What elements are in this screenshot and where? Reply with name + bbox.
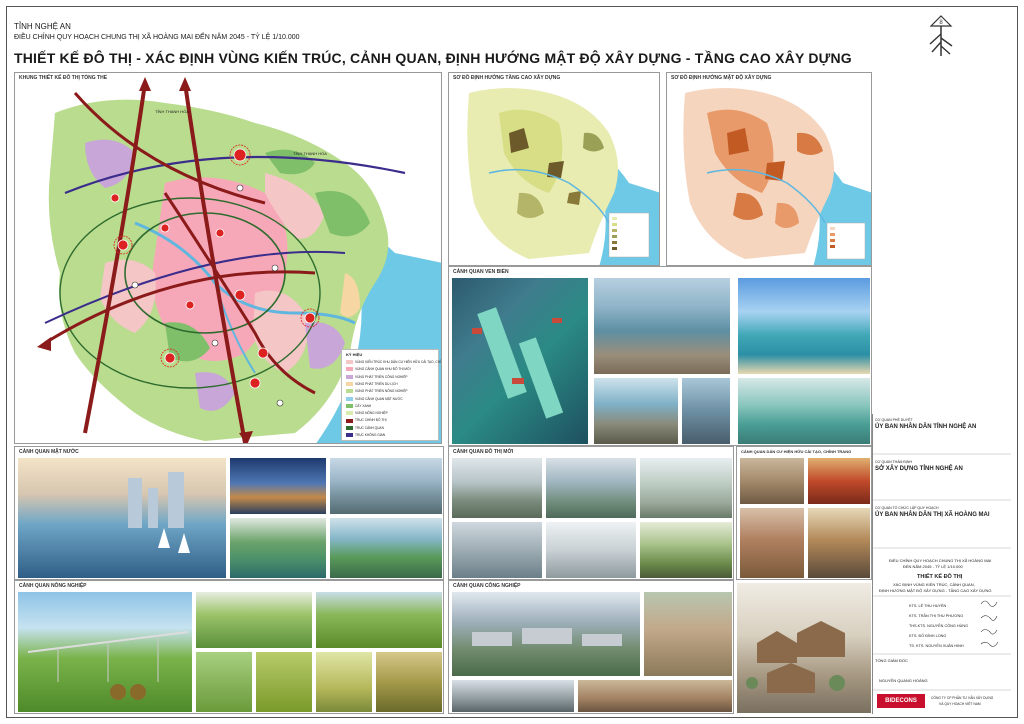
photo-greenhouse-veg — [195, 591, 313, 649]
legend-label: VÙNG CẢNH QUAN KHU ĐÔ THỊ MỚI — [355, 367, 411, 372]
legend-item: TRỤC CẢNH QUAN — [346, 426, 384, 431]
photo-river-city — [545, 457, 637, 519]
legend-swatch — [346, 382, 353, 387]
legend-swatch — [346, 425, 353, 430]
legend-label: TRỤC CẢNH QUAN — [355, 425, 384, 430]
water-label: CẢNH QUAN MẶT NƯỚC — [19, 449, 79, 455]
photo-mining — [577, 679, 733, 713]
photo-harbor-plaza — [451, 521, 543, 579]
legend-item: VÙNG PHÁT TRIỂN DU LỊCH — [346, 382, 398, 387]
emblem-logo: 8 — [918, 14, 964, 60]
legend-item: VÙNG KIẾN TRÚC KHU DÂN CƯ HIỆN HỮU CẢI T… — [346, 360, 441, 365]
legend-item: CÂY XANH — [346, 404, 371, 409]
photo-tree-avenue — [639, 521, 733, 579]
legend-label: VÙNG PHÁT TRIỂN NÔNG NGHIỆP — [355, 389, 408, 394]
legend-label: VÙNG NÔNG NGHIỆP — [355, 411, 388, 416]
framework-map-label: KHUNG THIẾT KẾ ĐÔ THỊ TỔNG THỂ — [19, 75, 108, 81]
photo-cranes — [681, 377, 731, 445]
agriculture-label: CẢNH QUAN NÔNG NGHIỆP — [19, 583, 87, 589]
legend-swatch — [346, 418, 353, 423]
coastal-panel: CẢNH QUAN VEN BIỂN — [448, 266, 872, 446]
photo-architecture-render — [736, 582, 872, 714]
photo-fishing-village — [737, 377, 871, 445]
photo-canal — [329, 517, 443, 579]
province-label: TỈNH NGHỆ AN — [14, 22, 71, 31]
legend-swatch — [346, 396, 353, 401]
label-thanh-hoa-2: TỈNH THANH HÓA — [293, 151, 327, 156]
photo-irrigation — [17, 591, 193, 713]
new-urban-panel: CẢNH QUAN ĐÔ THỊ MỚI — [448, 446, 734, 580]
new-urban-label: CẢNH QUAN ĐÔ THỊ MỚI — [453, 449, 514, 455]
photo-farmer — [375, 651, 443, 713]
photo-rice-harvest — [315, 591, 443, 649]
photo-park-path — [639, 457, 733, 519]
label-thanh-hoa-1: TỈNH THANH HÓA — [155, 109, 189, 114]
photo-marina-night — [17, 457, 227, 579]
legend-swatch — [346, 411, 353, 416]
photo-old-town-aerial — [739, 457, 805, 505]
photo-harbor-boats — [451, 277, 589, 445]
legend-item: TRỤC KHÔNG GIAN — [346, 433, 385, 438]
photo-temple-festival — [807, 457, 871, 505]
photo-port-aerial — [593, 277, 731, 375]
legend-label: TRỤC CHÍNH ĐÔ THỊ — [355, 418, 387, 423]
photo-seedlings — [195, 651, 253, 713]
legend-swatch — [346, 433, 353, 438]
water-panel: CẢNH QUAN MẶT NƯỚC — [14, 446, 444, 580]
photo-lantern-street — [807, 507, 871, 579]
legend-swatch — [346, 360, 353, 365]
legend-label: VÙNG KIẾN TRÚC KHU DÂN CƯ HIỆN HỮU CẢI T… — [355, 360, 441, 364]
photo-green-promenade — [229, 517, 327, 579]
height-map-panel: SƠ ĐỒ ĐỊNH HƯỚNG TẦNG CAO XÂY DỰNG — [448, 72, 660, 266]
legend-swatch — [346, 389, 353, 394]
legend-item: VÙNG NÔNG NGHIỆP — [346, 411, 388, 416]
legend-swatch — [346, 367, 353, 372]
photo-lake-park — [329, 457, 443, 515]
legend-item: TRỤC CHÍNH ĐÔ THỊ — [346, 418, 386, 423]
legend-swatch — [346, 374, 353, 379]
legend-label: CÂY XANH — [355, 403, 372, 408]
photo-crops — [255, 651, 313, 713]
legend-label: VÙNG PHÁT TRIỂN CÔNG NGHIỆP — [355, 374, 408, 379]
agriculture-panel: CẢNH QUAN NÔNG NGHIỆP — [14, 580, 444, 714]
industrial-panel: CẢNH QUAN CÔNG NGHIỆP — [448, 580, 734, 714]
plan-subtitle: ĐIỀU CHỈNH QUY HOẠCH CHUNG THỊ XÃ HOÀNG … — [14, 34, 300, 41]
legend-item: VÙNG CẢNH QUAN KHU ĐÔ THỊ MỚI — [346, 367, 411, 372]
svg-text:8: 8 — [939, 20, 943, 26]
existing-residential-panel: CẢNH QUAN DÂN CƯ HIỆN HỮU CẢI TẠO, CHỈNH… — [736, 446, 872, 580]
framework-map-panel: KHUNG THIẾT KẾ ĐÔ THỊ TỔNG THỂ TỈNH THAN… — [14, 72, 442, 444]
photo-bay-city — [229, 457, 327, 515]
photo-village-houses — [739, 507, 805, 579]
photo-factory-road — [451, 679, 575, 713]
density-map-panel: SƠ ĐỒ ĐỊNH HƯỚNG MẬT ĐỘ XÂY DỰNG — [666, 72, 872, 266]
height-map — [467, 88, 659, 265]
legend-label: VÙNG CẢNH QUAN MẶT NƯỚC — [355, 396, 403, 401]
photo-industrial-park — [451, 591, 641, 677]
coastal-label: CẢNH QUAN VEN BIỂN — [453, 269, 509, 275]
density-map-label: SƠ ĐỒ ĐỊNH HƯỚNG MẬT ĐỘ XÂY DỰNG — [671, 75, 772, 81]
page-title: THIẾT KẾ ĐÔ THỊ - XÁC ĐỊNH VÙNG KIẾN TRÚ… — [14, 50, 852, 66]
legend-item: VÙNG PHÁT TRIỂN CÔNG NGHIỆP — [346, 375, 407, 380]
industrial-label: CẢNH QUAN CÔNG NGHIỆP — [453, 583, 521, 589]
photo-beach-bay — [737, 277, 871, 375]
legend-swatch — [346, 403, 353, 408]
legend-label: TRỤC KHÔNG GIAN — [355, 433, 386, 437]
photo-melon — [315, 651, 373, 713]
legend-title: KÝ HIỆU — [346, 352, 363, 357]
photo-modern-building — [545, 521, 637, 579]
framework-legend: KÝ HIỆU VÙNG KIẾN TRÚC KHU DÂN CƯ HIỆN H… — [341, 349, 441, 441]
photo-cargo-dock — [593, 377, 679, 445]
photo-quarry — [643, 591, 733, 677]
legend-item: VÙNG PHÁT TRIỂN NÔNG NGHIỆP — [346, 389, 407, 394]
height-map-label: SƠ ĐỒ ĐỊNH HƯỚNG TẦNG CAO XÂY DỰNG — [453, 75, 561, 81]
title-block: CƠ QUAN PHÊ DUYỆT ỦY BAN NHÂN DÂN TỈNH N… — [872, 414, 1011, 714]
photo-urban-aerial — [451, 457, 543, 519]
legend-item: VÙNG CẢNH QUAN MẶT NƯỚC — [346, 397, 403, 402]
density-map — [683, 88, 871, 265]
legend-label: VÙNG PHÁT TRIỂN DU LỊCH — [355, 381, 398, 386]
existing-residential-label: CẢNH QUAN DÂN CƯ HIỆN HỮU CẢI TẠO, CHỈNH… — [741, 449, 852, 454]
